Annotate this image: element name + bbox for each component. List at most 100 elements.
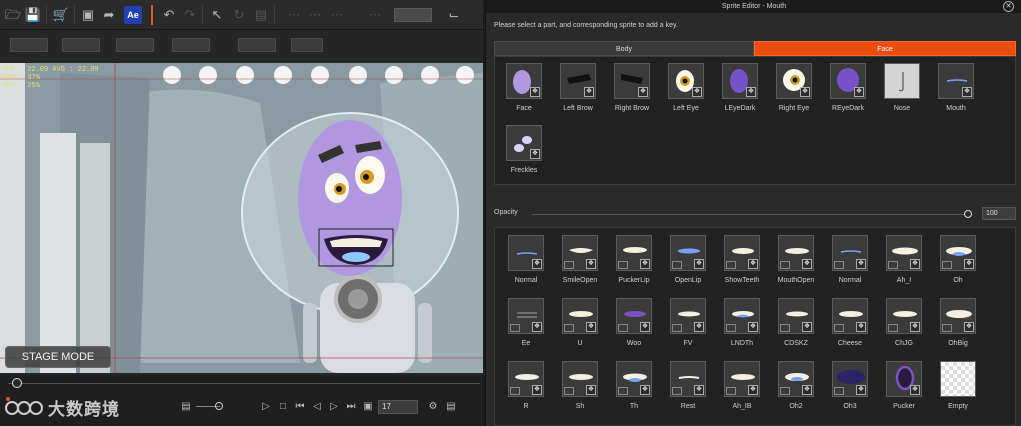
key-icon: ❖ [856,385,866,395]
part-label: Mouth [946,105,966,112]
sprite-label: Ee [521,340,531,347]
first-frame-icon[interactable]: ⏮ [294,401,306,413]
part-label: Freckles [510,167,538,174]
opacity-input[interactable]: 100 [982,207,1016,220]
key-icon: ❖ [532,385,542,395]
render-icon[interactable]: ▣ [79,6,97,24]
frame-input[interactable]: 17 [378,400,418,414]
flip-icon[interactable]: ⋯ [328,6,346,24]
part-label: Nose [893,105,911,112]
clip-icon [834,261,844,269]
part-thumbnail [884,63,920,99]
sprite-label: Woo [626,340,642,347]
clip-icon [726,261,736,269]
transform-field[interactable] [116,38,154,52]
clip-icon [834,387,844,395]
part-thumbnail: ❖ [506,125,542,161]
sprite-thumbnail: ❖ [724,235,760,271]
key-icon: ❖ [910,385,920,395]
sprite-thumbnail: ❖ [778,361,814,397]
select-arrow-icon[interactable]: ↖ [208,6,226,24]
scale-icon[interactable]: ▤ [252,6,270,24]
sprite-label: U [577,340,583,347]
key-icon: ❖ [694,322,704,332]
save-icon[interactable]: 💾 [24,6,42,24]
part-thumbnail: ❖ [506,63,542,99]
sprite-thumbnail: ❖ [508,361,544,397]
transform-field[interactable] [291,38,323,52]
export-icon[interactable]: ➦ [100,6,118,24]
clip-icon [726,324,736,332]
clip-icon [510,324,520,332]
transform-field[interactable] [172,38,210,52]
sprite-label: FV [683,340,693,347]
key-icon: ❖ [748,322,758,332]
sprite-label: Ah_I [896,277,912,284]
key-icon: ❖ [910,259,920,269]
play-icon[interactable]: ▷ [260,401,272,413]
part-label: REyeDark [832,105,864,112]
zoom-field[interactable] [394,8,432,22]
zoom-icon[interactable]: ⋯ [366,6,384,24]
clip-icon [618,387,628,395]
part-label: Face [516,105,532,112]
key-icon: ❖ [962,87,972,97]
transform-toolbar [0,31,483,59]
key-icon: ❖ [856,259,866,269]
opacity-slider-handle[interactable] [964,210,972,218]
sprite-thumbnail: ❖ [886,235,922,271]
part-thumbnail: ❖ [722,63,758,99]
stage-mode-button[interactable]: STAGE MODE [5,346,111,368]
transform-field[interactable] [10,38,48,52]
after-effects-icon[interactable]: Ae [124,6,142,24]
part-thumbnail: ❖ [560,63,596,99]
distribute-icon[interactable]: ⋯ [306,6,324,24]
undo-icon[interactable]: ↶ [160,6,178,24]
sprite-label: Ah_IB [732,403,752,410]
panel-icon[interactable]: ▤ [445,401,457,413]
part-label: Left Eye [673,105,699,112]
loop-icon[interactable]: ▣ [362,401,374,413]
sprite-label: SmileOpen [562,277,598,284]
align-icon[interactable]: ⋯ [285,6,303,24]
crop-icon[interactable]: ⌙ [445,6,463,24]
clip-icon [780,387,790,395]
cart-icon[interactable]: 🛒 [52,6,70,24]
transform-field[interactable] [62,38,100,52]
opacity-slider-track[interactable] [532,214,964,215]
sprite-thumbnail: ❖ [562,235,598,271]
part-label: Right Brow [614,105,650,112]
key-icon: ❖ [802,259,812,269]
stop-icon[interactable]: □ [277,401,289,413]
tab-face[interactable]: Face [754,41,1016,56]
key-icon: ❖ [640,259,650,269]
key-icon: ❖ [640,322,650,332]
last-frame-icon[interactable]: ⏭ [345,401,357,413]
zoom-out-icon[interactable]: ▤ [180,401,192,413]
toolbar-divider [46,5,47,25]
fps-text: FPS : 22.09 AVG : 22.09 [2,66,99,74]
timeline-zoom-knob[interactable] [215,402,223,410]
sprite-label: Oh [953,277,963,284]
clip-icon [780,261,790,269]
rotate-icon[interactable]: ↻ [230,6,248,24]
transform-field[interactable] [238,38,276,52]
clip-icon [834,324,844,332]
timeline-track[interactable] [8,383,480,384]
part-label: Right Eye [778,105,810,112]
key-icon: ❖ [692,87,702,97]
prev-key-icon[interactable]: ◁ [311,401,323,413]
tab-body[interactable]: Body [494,41,754,56]
window-titlebar: Sprite Editor - Mouth ✕ [486,0,1021,13]
close-icon[interactable]: ✕ [1003,1,1014,12]
timeline-playhead[interactable] [12,378,22,388]
sprite-thumbnail: ❖ [778,235,814,271]
sprite-thumbnail: ❖ [724,361,760,397]
key-icon: ❖ [530,87,540,97]
stage-viewport[interactable]: FPS : 22.09 AVG : 22.09 RAM : 37% CPU : … [0,63,483,373]
part-thumbnail: ❖ [830,63,866,99]
settings-gear-icon[interactable]: ⚙ [427,401,439,413]
next-key-icon[interactable]: ▷ [328,401,340,413]
open-folder-icon[interactable]: 🗁 [4,6,22,24]
redo-icon[interactable]: ↷ [181,6,199,24]
